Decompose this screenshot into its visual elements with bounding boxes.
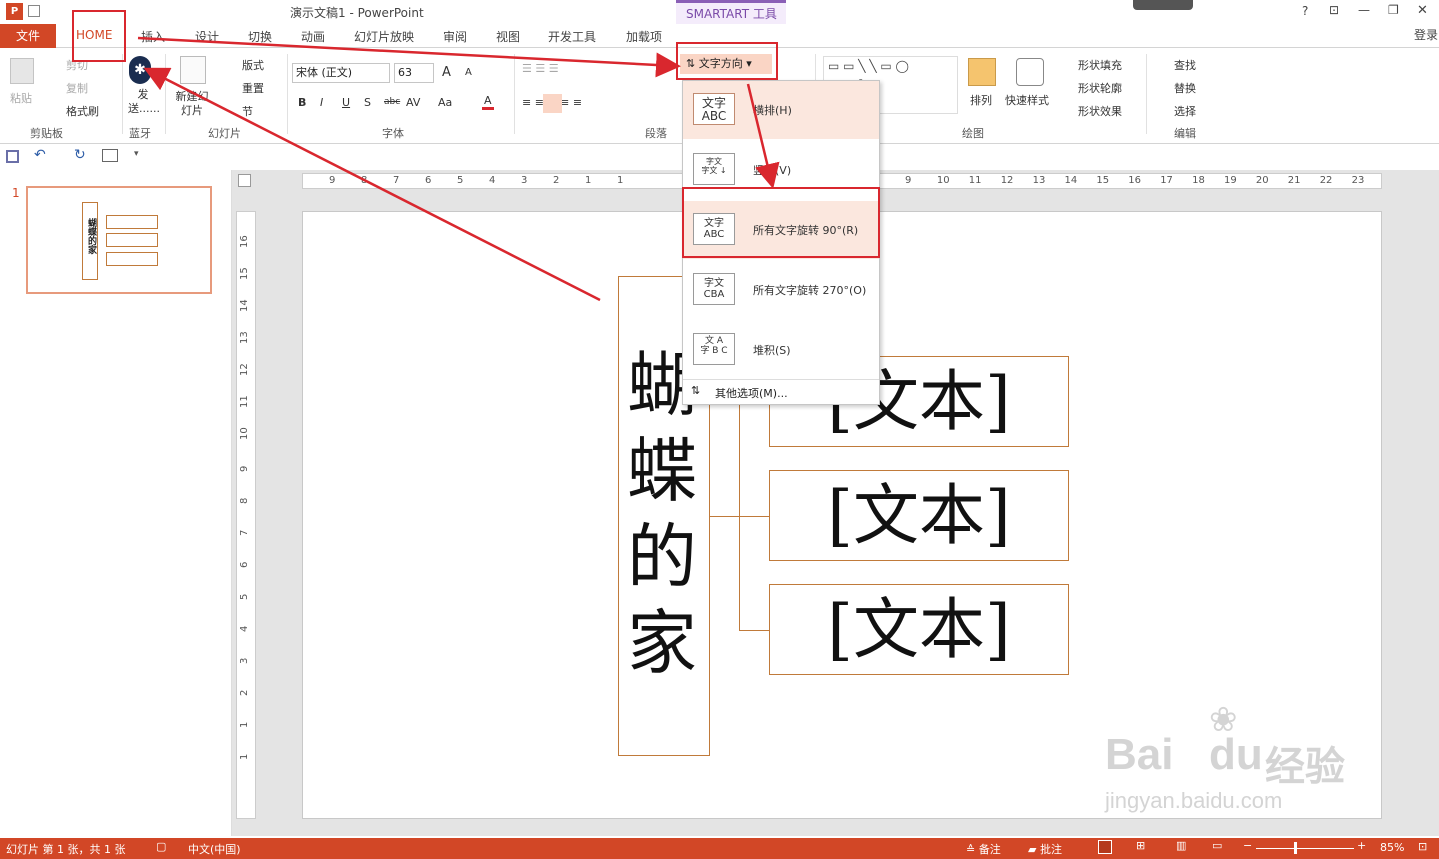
comments-label: 批注 <box>1039 843 1062 856</box>
zoom-out-button[interactable]: − <box>1243 839 1252 852</box>
slide-info: 幻灯片 第 1 张，共 1 张 <box>6 843 126 856</box>
normal-view-icon[interactable] <box>1098 840 1112 854</box>
arrow-home-to-text-direction <box>137 36 681 78</box>
annotation-arrows <box>137 36 780 302</box>
zoom-slider-thumb[interactable] <box>1294 842 1297 854</box>
zoom-slider[interactable] <box>1256 848 1354 849</box>
notes-label: 备注 <box>978 843 1001 856</box>
language-status[interactable]: 中文(中国) <box>188 841 241 857</box>
zoom-in-button[interactable]: + <box>1357 839 1366 852</box>
fit-slide-icon[interactable]: ⊡ <box>1418 840 1427 853</box>
slideshow-view-icon[interactable]: ▭ <box>1212 839 1222 852</box>
reading-view-icon[interactable]: ▥ <box>1176 839 1186 852</box>
arrow-text-direction-to-rotate <box>746 83 780 189</box>
comments-button[interactable]: ▰ 批注 <box>1028 841 1062 857</box>
zoom-level[interactable]: 85% <box>1380 841 1404 854</box>
notes-button[interactable]: ≙ 备注 <box>966 841 1001 857</box>
slide-sorter-icon[interactable]: ⊞ <box>1136 839 1145 852</box>
status-bar: 幻灯片 第 1 张，共 1 张 ▢ 中文(中国) ≙ 备注 ▰ 批注 ⊞ ▥ ▭… <box>0 838 1439 859</box>
arrow-slide-to-bluetooth <box>143 67 601 302</box>
spellcheck-icon[interactable]: ▢ <box>156 840 166 853</box>
